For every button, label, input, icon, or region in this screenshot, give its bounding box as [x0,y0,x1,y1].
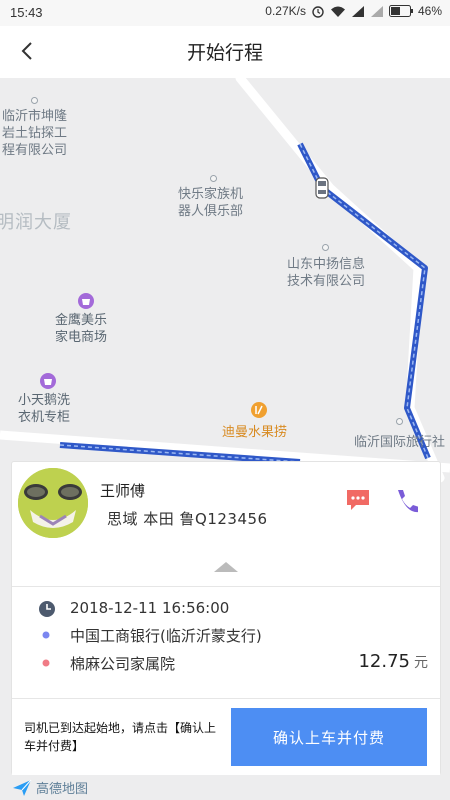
poi-label: 快乐家族机 [178,187,244,202]
wifi-icon [330,5,346,18]
trip-destination: 棉麻公司家属院 [70,655,176,673]
chat-bubble-icon [347,490,369,510]
origin-dot-icon [42,631,50,639]
signal-icon-2 [370,5,384,18]
poi-label: 迪曼水果捞 [222,425,288,440]
poi-mingrun[interactable]: 明润大厦 [0,208,72,234]
poi-jinying[interactable]: 金鹰美乐 家电商场 [55,312,107,346]
poi-kunlong[interactable]: 临沂市坤隆 岩土钻探工 程有限公司 [2,108,67,159]
poi-label: 金鹰美乐 [55,313,108,328]
signal-icon [351,5,365,18]
car-info: 思域 本田 鲁Q123456 [107,510,268,528]
message-button[interactable] [345,488,371,512]
poi-xiaotiane[interactable]: 小天鹅洗 衣机专柜 [18,392,70,426]
amap-logo-text: 高德地图 [36,782,89,797]
trip-price: 12.75 元 [358,651,428,672]
bottom-action-bar: 司机已到达起始地，请点击【确认上车并付费】 确认上车并付费 [12,698,440,775]
clock-icon [39,601,55,617]
page-title: 开始行程 [186,42,263,64]
poi-dot [396,418,403,425]
collapse-toggle[interactable] [12,550,440,587]
avatar [18,468,88,538]
confirm-board-pay-button[interactable]: 确认上车并付费 [231,708,427,766]
destination-dot-icon [42,659,50,667]
poi-label: 衣机专柜 [18,410,71,425]
nav-bar: 开始行程 [0,26,450,78]
poi-dot [322,244,329,251]
poi-dot [31,97,38,104]
trip-origin-row: 中国工商银行(临沂沂蒙支行) [12,623,440,649]
price-value: 12.75 [358,651,410,672]
poi-zhongyang[interactable]: 山东中扬信息 技术有限公司 [287,256,365,290]
alarm-icon [311,4,325,18]
poi-label: 岩土钻探工 [2,126,68,141]
trip-destination-row: 棉麻公司家属院 12.75 元 [12,651,440,677]
poi-label: 器人俱乐部 [178,204,244,219]
poi-label: 山东中扬信息 [287,257,366,272]
poi-label: 临沂国际旅行社 [354,435,446,450]
car-icon [312,176,332,204]
trip-card: 王师傅 思域 本田 鲁Q123456 2018-12-11 16:56:00 中… [11,461,441,775]
phone-icon [398,490,419,513]
shopping-icon [78,293,94,309]
poi-label: 技术有限公司 [287,274,366,289]
battery-level: 46% [417,4,442,18]
trip-origin: 中国工商银行(临沂沂蒙支行) [70,627,262,645]
poi-label: 小天鹅洗 [18,393,71,408]
trip-time: 2018-12-11 16:56:00 [70,599,230,617]
status-time: 15:43 [10,5,43,20]
poi-robot-club[interactable]: 快乐家族机 器人俱乐部 [178,186,243,220]
poi-label: 程有限公司 [2,143,68,158]
trip-time-row: 2018-12-11 16:56:00 [12,597,440,623]
status-bar: 15:43 0.27K/s 46% [0,0,450,26]
restaurant-icon [251,402,267,418]
shopping-icon [40,373,56,389]
poi-label: 家电商场 [55,330,108,345]
call-button[interactable] [394,488,419,514]
amap-plane-icon [13,779,32,796]
amap-logo: 高德地图 [12,778,88,797]
battery-icon [388,5,413,17]
network-speed: 0.27K/s [265,4,306,18]
driver-name: 王师傅 [100,482,146,500]
poi-diman[interactable]: 迪曼水果捞 [222,424,287,441]
arrival-hint: 司机已到达起始地，请点击【确认上车并付费】 [24,721,217,753]
chevron-up-icon [214,562,238,572]
poi-label: 临沂市坤隆 [2,109,68,124]
poi-travel-agency[interactable]: 临沂国际旅行社 [354,434,445,451]
driver-info: 王师傅 思域 本田 鲁Q123456 [12,462,440,550]
price-unit: 元 [414,655,428,671]
poi-dot [210,175,217,182]
